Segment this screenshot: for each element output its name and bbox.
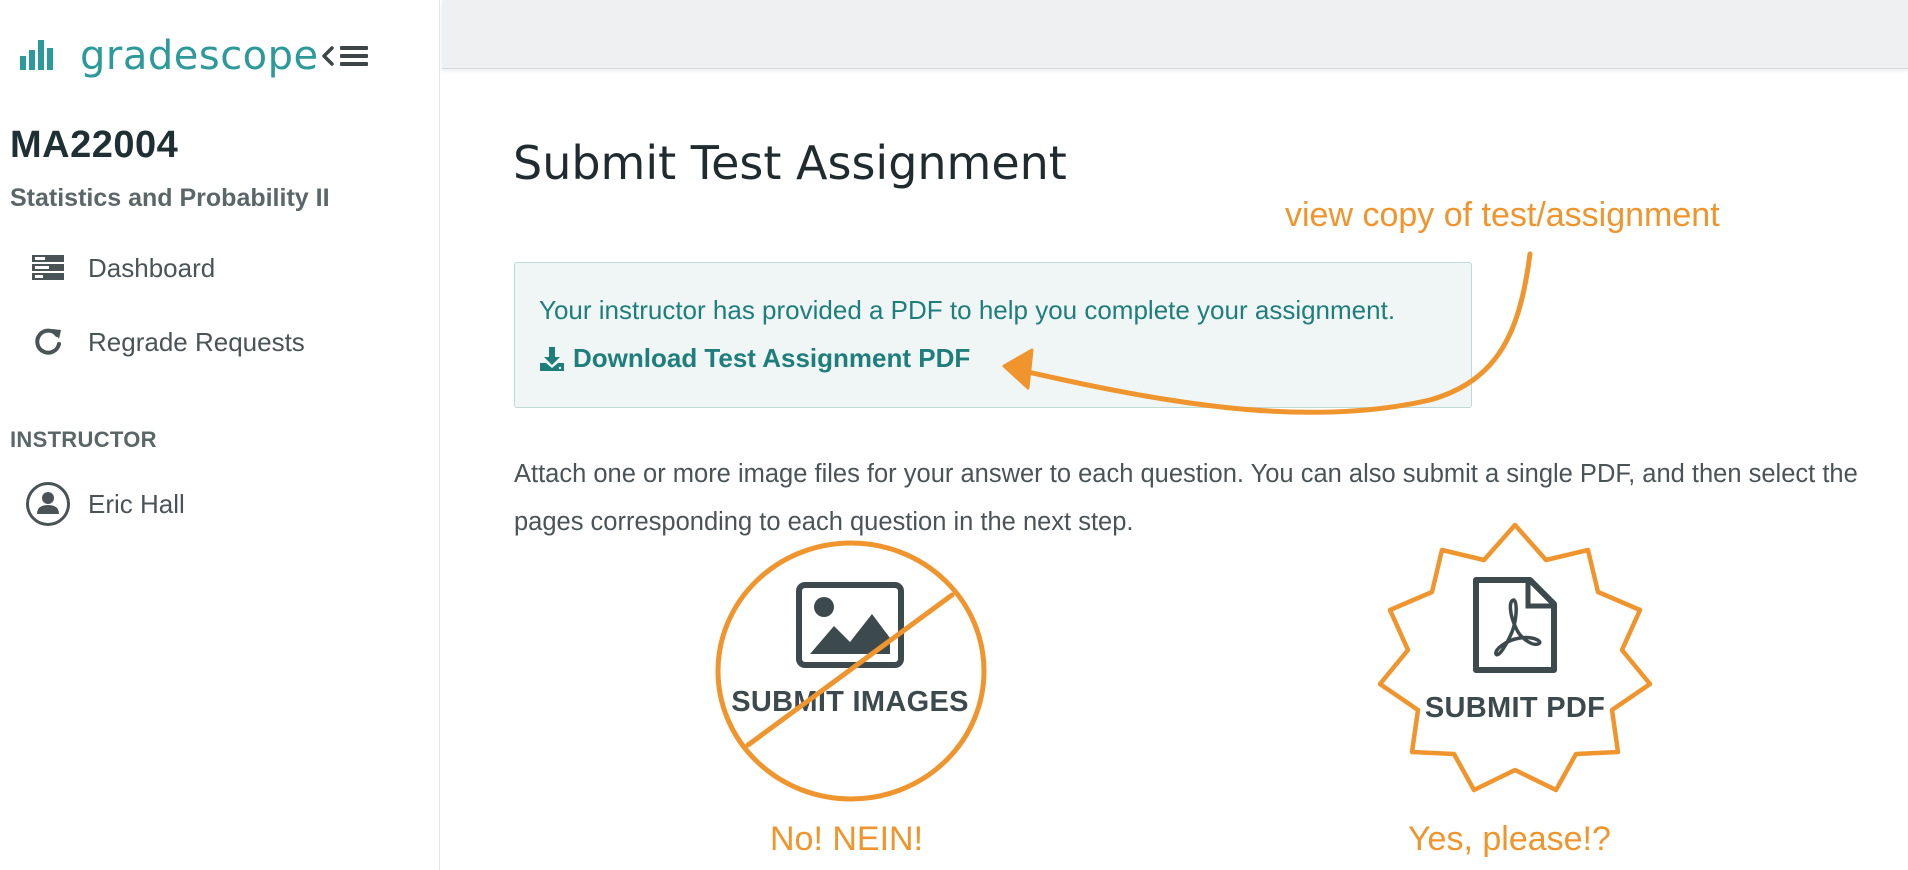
submission-instructions: Attach one or more image files for your … <box>514 460 1858 536</box>
sidebar-item-label: Regrade Requests <box>88 326 305 357</box>
collapse-menu-icon <box>322 46 368 66</box>
course-code[interactable]: MA22004 <box>10 124 178 167</box>
download-pdf-label: Download Test Assignment PDF <box>573 343 971 373</box>
sidebar: gradescope MA22004 Statistics and Probab… <box>0 0 440 870</box>
annotation-images-verdict: No! NEIN! <box>770 820 924 858</box>
sidebar-item-label: Dashboard <box>88 252 216 283</box>
pdf-notice-box: Your instructor has provided a PDF to he… <box>514 262 1472 408</box>
collapse-sidebar-button[interactable] <box>320 40 372 72</box>
page-title: Submit Test Assignment <box>513 136 1067 190</box>
submit-images-label: SUBMIT IMAGES <box>731 686 969 718</box>
top-bar <box>442 0 1908 69</box>
refresh-icon <box>18 322 78 362</box>
submit-images-button[interactable]: SUBMIT IMAGES <box>725 582 975 718</box>
course-name: Statistics and Probability II <box>10 184 330 212</box>
pdf-notice-message: Your instructor has provided a PDF to he… <box>539 295 1396 325</box>
user-avatar-icon <box>18 482 78 526</box>
pdf-file-icon <box>1473 577 1557 673</box>
dashboard-icon <box>18 248 78 288</box>
image-icon <box>796 582 904 668</box>
app: gradescope MA22004 Statistics and Probab… <box>0 0 1908 870</box>
sidebar-item-dashboard[interactable]: Dashboard <box>10 242 430 294</box>
instructor-name: Eric Hall <box>88 488 185 519</box>
annotation-pdf-verdict: Yes, please!? <box>1408 820 1611 858</box>
sidebar-item-instructor[interactable]: Eric Hall <box>10 478 430 530</box>
download-pdf-link[interactable]: Download Test Assignment PDF <box>539 343 970 374</box>
submit-pdf-button[interactable]: SUBMIT PDF <box>1390 576 1640 724</box>
download-icon <box>540 346 564 371</box>
sidebar-item-regrade-requests[interactable]: Regrade Requests <box>10 316 430 368</box>
annotation-pdf-hint: view copy of test/assignment <box>1285 196 1720 234</box>
instructor-section-label: INSTRUCTOR <box>10 427 157 452</box>
brand-name: gradescope <box>80 33 319 79</box>
brand[interactable]: gradescope <box>18 30 319 82</box>
submit-pdf-label: SUBMIT PDF <box>1424 692 1606 724</box>
bar-chart-logo-icon <box>20 40 53 70</box>
